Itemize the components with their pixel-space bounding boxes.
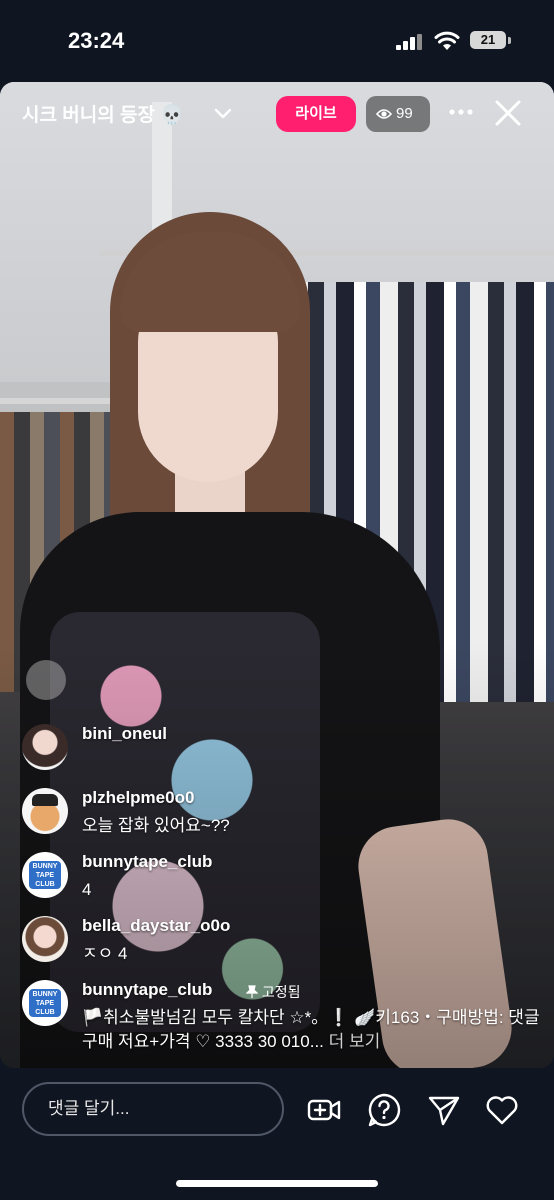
send-icon[interactable] bbox=[426, 1092, 462, 1128]
battery-tip bbox=[508, 37, 511, 44]
avatar[interactable]: BUNNY TAPE CLUB bbox=[22, 980, 68, 1026]
pinned-indicator: 고정됨 bbox=[245, 982, 301, 1002]
eye-icon bbox=[376, 109, 392, 119]
avatar[interactable] bbox=[22, 916, 68, 962]
comment-text: 오늘 잡화 있어요~?? bbox=[82, 816, 230, 835]
comment-username[interactable]: plzhelpme0o0 bbox=[82, 788, 194, 808]
cellular-signal-icon bbox=[396, 34, 422, 50]
pinned-comment-body: 🏳️취소불발넘김 모두 칼차단 ☆*。❕ 🪽키163・구매방법: 댓글구매 저요… bbox=[82, 1008, 540, 1051]
avatar[interactable] bbox=[22, 788, 68, 834]
home-indicator[interactable] bbox=[176, 1180, 378, 1187]
live-title[interactable]: 시크 버니의 등장 💀 bbox=[22, 100, 184, 127]
wifi-icon bbox=[434, 31, 460, 50]
comment-text: 4 bbox=[82, 880, 92, 899]
comment-username[interactable]: bunnytape_club bbox=[82, 852, 212, 872]
viewer-count: 99 bbox=[396, 105, 413, 122]
comment-text: ㅈㅇ 4 bbox=[82, 944, 128, 963]
avatar[interactable]: BUNNY TAPE CLUB bbox=[22, 852, 68, 898]
faded-avatar bbox=[26, 660, 66, 700]
pirate-hat-icon bbox=[32, 794, 58, 806]
avatar[interactable] bbox=[22, 724, 68, 770]
pinned-label: 고정됨 bbox=[261, 984, 301, 1000]
comment-username[interactable]: bella_daystar_o0o bbox=[82, 916, 230, 936]
status-time: 23:24 bbox=[68, 28, 125, 53]
viewer-count-badge[interactable]: 99 bbox=[366, 96, 430, 132]
bunnytape-logo: BUNNY TAPE CLUB bbox=[29, 861, 61, 889]
heart-icon[interactable] bbox=[484, 1092, 520, 1128]
comment-text: 🏳️취소불발넘김 모두 칼차단 ☆*。❕ 🪽키163・구매방법: 댓글구매 저요… bbox=[82, 1006, 552, 1054]
bunnytape-logo: BUNNY TAPE CLUB bbox=[29, 989, 61, 1017]
close-icon[interactable] bbox=[494, 99, 522, 127]
chevron-down-icon[interactable] bbox=[212, 102, 234, 124]
comment-username[interactable]: bini_oneul bbox=[82, 724, 167, 744]
add-video-icon[interactable] bbox=[306, 1092, 342, 1128]
comment-username[interactable]: bunnytape_club bbox=[82, 980, 212, 1000]
status-bar: 23:24 21 bbox=[0, 0, 554, 80]
live-badge: 라이브 bbox=[276, 96, 356, 132]
pin-icon bbox=[245, 985, 259, 998]
more-options-icon[interactable] bbox=[448, 100, 474, 124]
question-icon[interactable] bbox=[366, 1092, 402, 1128]
see-more-link[interactable]: 더 보기 bbox=[329, 1032, 381, 1051]
comment-input[interactable]: 댓글 달기... bbox=[22, 1082, 284, 1136]
battery-indicator: 21 bbox=[470, 31, 506, 49]
